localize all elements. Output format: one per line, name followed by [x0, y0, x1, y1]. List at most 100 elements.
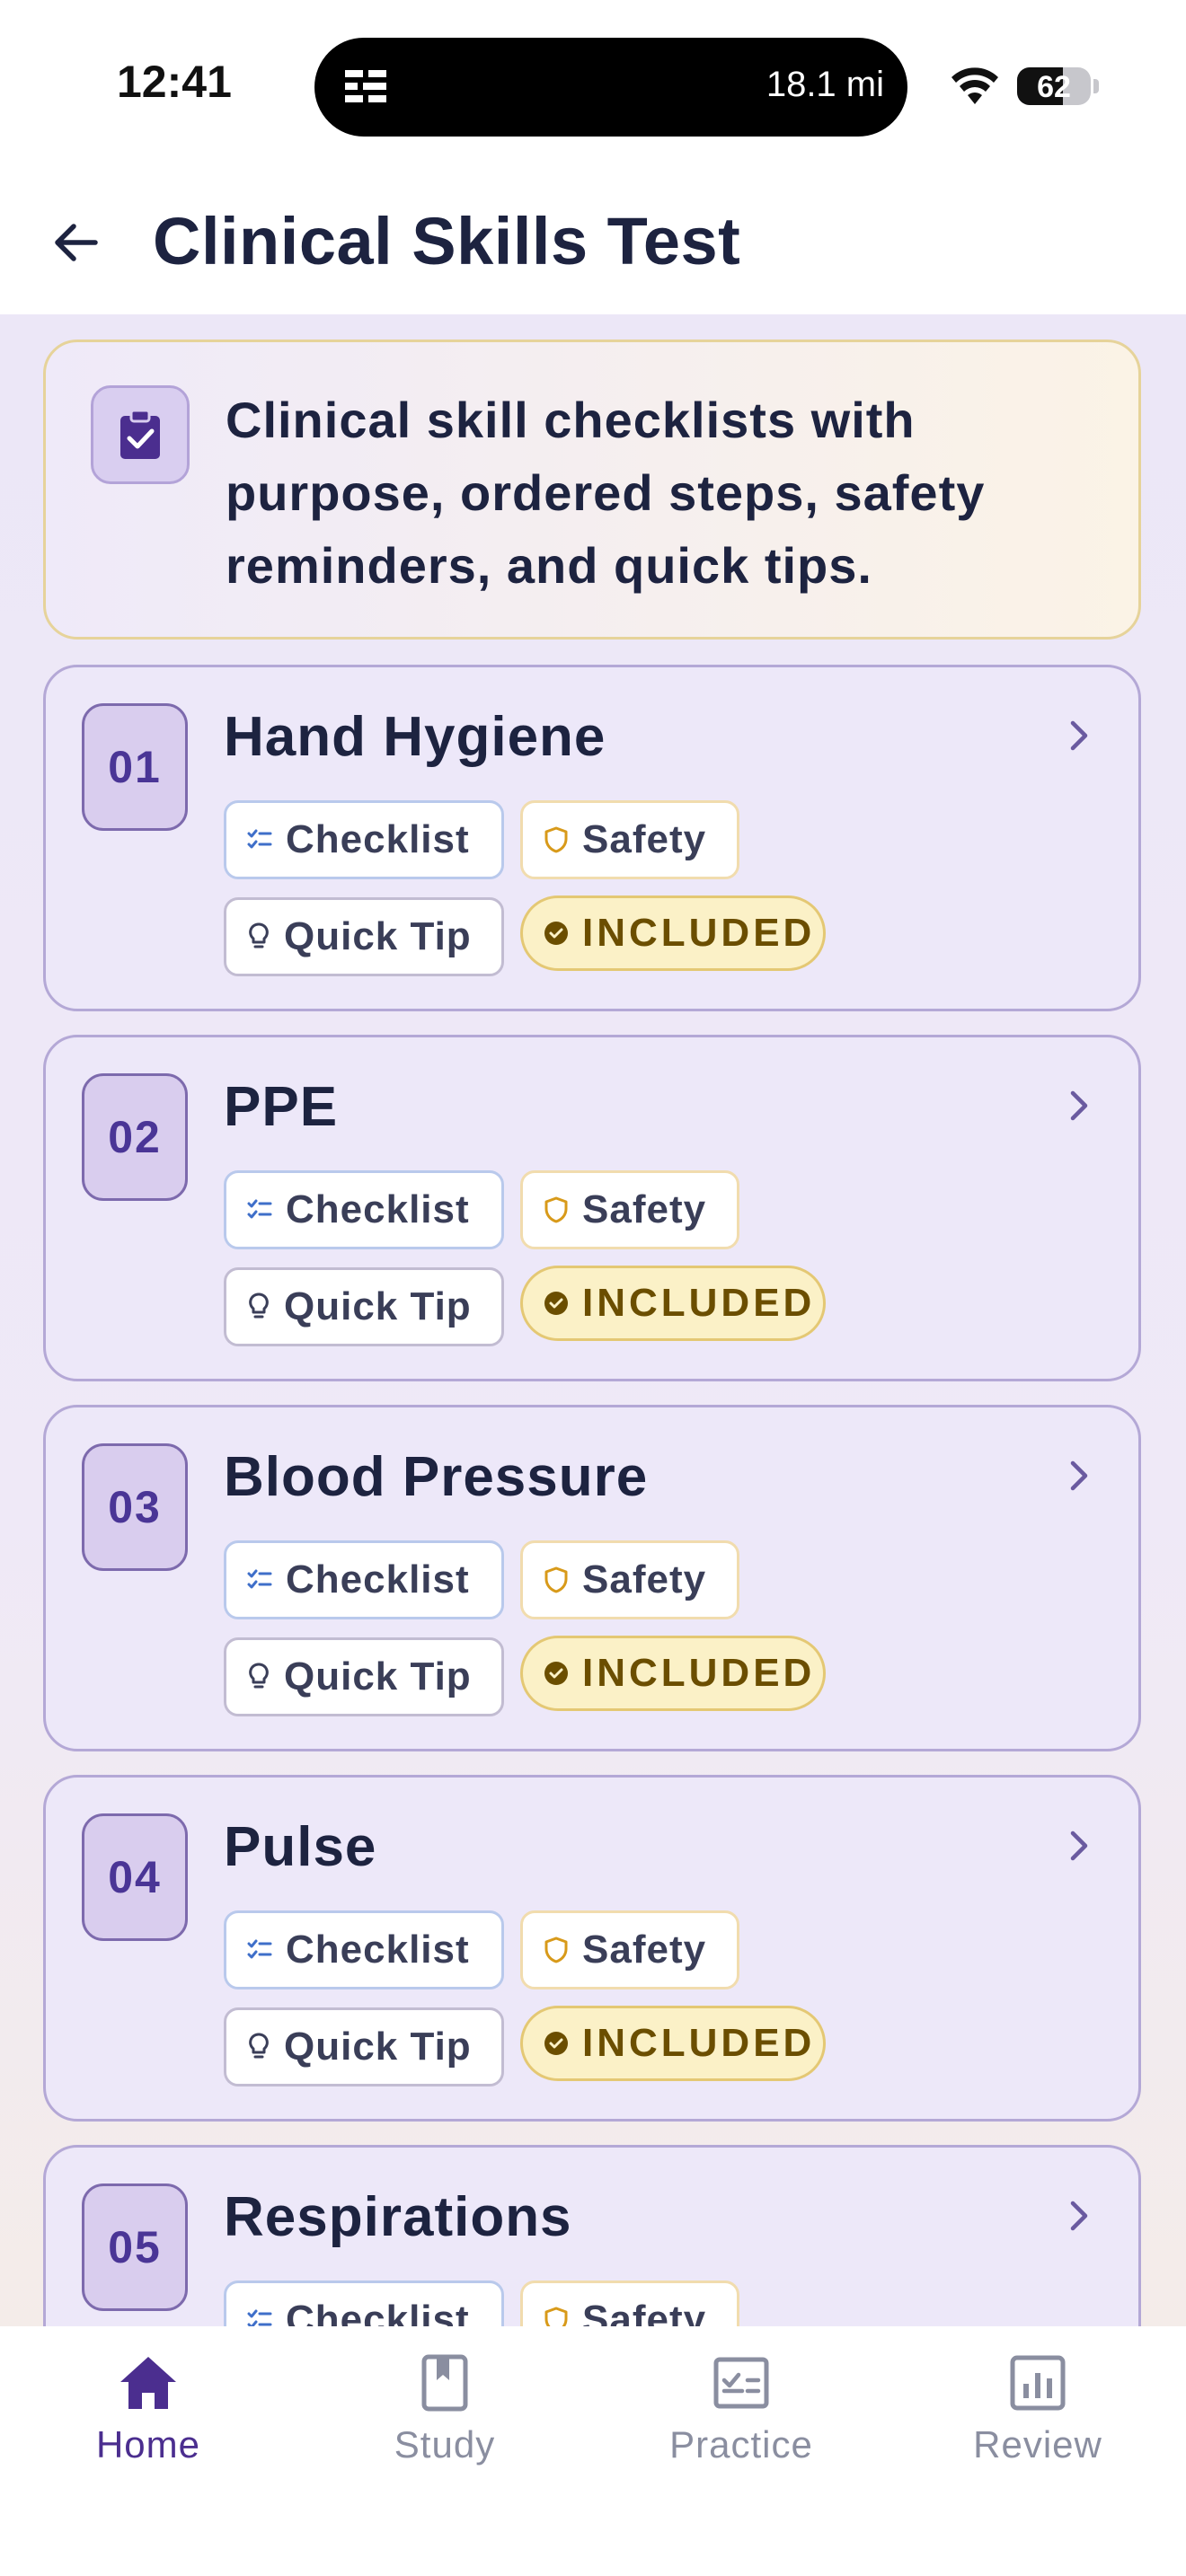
shield-icon	[544, 2307, 568, 2326]
chart-icon	[1010, 2355, 1066, 2411]
included-badge-label: INCLUDED	[582, 911, 816, 955]
skill-number-badge: 05	[82, 2183, 188, 2311]
checklist-tag-label: Checklist	[286, 1557, 470, 1601]
shield-icon	[544, 1936, 568, 1963]
lightbulb-icon	[249, 1292, 269, 1319]
check-circle-icon	[544, 1662, 568, 1685]
checklist-icon	[247, 1939, 272, 1959]
checklist-icon	[247, 1569, 272, 1589]
content-scroll[interactable]: Clinical skill checklists with purpose, …	[0, 314, 1186, 2326]
bottom-navigation: Home Study Practice Review	[0, 2326, 1186, 2576]
shield-icon	[544, 826, 568, 853]
included-badge-label: INCLUDED	[582, 2021, 816, 2065]
intro-description: Clinical skill checklists with purpose, …	[226, 392, 986, 594]
checklist-icon	[247, 829, 272, 849]
nav-practice[interactable]: Practice	[593, 2353, 890, 2479]
included-badge-label: INCLUDED	[582, 1281, 816, 1325]
quick-tip-tag: Quick Tip	[224, 897, 504, 976]
battery-level: 62	[1037, 70, 1071, 104]
dynamic-island: 18.1 mi	[314, 38, 907, 137]
chevron-right-icon	[1070, 1831, 1088, 1861]
skill-card[interactable]: 01 Hand Hygiene Checklist Safety Quick Tip IN…	[43, 665, 1141, 1011]
checklist-tag: Checklist	[224, 1540, 504, 1619]
checklist-tag: Checklist	[224, 2280, 504, 2326]
practice-icon	[713, 2357, 769, 2409]
status-bar: 12:41 18.1 mi 62	[0, 0, 1186, 171]
chevron-right-icon	[1070, 1460, 1088, 1491]
shield-icon	[544, 1566, 568, 1593]
safety-tag-label: Safety	[582, 1557, 707, 1601]
skill-number-badge: 04	[82, 1813, 188, 1941]
app-header: Clinical Skills Test	[0, 171, 1186, 314]
checklist-tag-label: Checklist	[286, 1928, 470, 1972]
lightbulb-icon	[249, 922, 269, 948]
skill-number-badge: 02	[82, 1073, 188, 1201]
book-icon	[421, 2354, 468, 2412]
checklist-tag: Checklist	[224, 1170, 504, 1249]
quick-tip-tag: Quick Tip	[224, 2007, 504, 2086]
check-circle-icon	[544, 2032, 568, 2055]
checklist-tag-label: Checklist	[286, 2298, 470, 2326]
nav-home[interactable]: Home	[0, 2353, 296, 2479]
included-badge: INCLUDED	[520, 1636, 826, 1711]
skill-title: PPE	[224, 1076, 339, 1138]
included-badge: INCLUDED	[520, 1266, 826, 1341]
battery-icon: 62	[1017, 67, 1091, 105]
safety-tag: Safety	[520, 1170, 739, 1249]
lightbulb-icon	[249, 2033, 269, 2059]
safety-tag-label: Safety	[582, 1187, 707, 1231]
safety-tag: Safety	[520, 1910, 739, 1989]
quick-tip-tag-label: Quick Tip	[284, 1284, 472, 1328]
safety-tag-label: Safety	[582, 817, 707, 861]
skill-card[interactable]: 04 Pulse Checklist Safety Quick Tip INCLUDED	[43, 1775, 1141, 2122]
skill-title: Respirations	[224, 2186, 572, 2248]
status-time: 12:41	[117, 57, 232, 107]
shield-icon	[544, 1196, 568, 1223]
safety-tag: Safety	[520, 800, 739, 879]
safety-tag-label: Safety	[582, 1928, 707, 1972]
chevron-right-icon	[1070, 1090, 1088, 1121]
included-badge-label: INCLUDED	[582, 1651, 816, 1695]
safety-tag: Safety	[520, 2280, 739, 2326]
intro-card: Clinical skill checklists with purpose, …	[43, 340, 1141, 640]
nav-practice-label: Practice	[669, 2423, 813, 2466]
navigation-app-icon	[345, 70, 386, 102]
chevron-right-icon	[1070, 2201, 1088, 2231]
skill-title: Hand Hygiene	[224, 706, 606, 768]
safety-tag: Safety	[520, 1540, 739, 1619]
quick-tip-tag: Quick Tip	[224, 1637, 504, 1716]
lightbulb-icon	[249, 1663, 269, 1689]
checklist-tag: Checklist	[224, 1910, 504, 1989]
skill-number-badge: 03	[82, 1443, 188, 1571]
home-icon	[120, 2357, 176, 2409]
checklist-tag-label: Checklist	[286, 1187, 470, 1231]
clipboard-check-icon	[91, 385, 190, 484]
battery-tip	[1093, 79, 1099, 93]
checklist-icon	[247, 1199, 272, 1219]
checklist-tag: Checklist	[224, 800, 504, 879]
nav-home-label: Home	[95, 2423, 201, 2466]
quick-tip-tag-label: Quick Tip	[284, 2025, 472, 2069]
check-circle-icon	[544, 922, 568, 945]
island-distance: 18.1 mi	[766, 65, 884, 104]
skill-number-badge: 01	[82, 703, 188, 831]
page-title: Clinical Skills Test	[153, 204, 741, 278]
back-arrow-icon	[55, 224, 98, 261]
included-badge: INCLUDED	[520, 895, 826, 971]
skill-card[interactable]: 03 Blood Pressure Checklist Safety Quick Tip…	[43, 1405, 1141, 1751]
nav-review-label: Review	[973, 2423, 1102, 2466]
nav-study-label: Study	[394, 2423, 496, 2466]
checklist-tag-label: Checklist	[286, 817, 470, 861]
back-button[interactable]	[41, 208, 110, 277]
safety-tag-label: Safety	[582, 2298, 707, 2326]
wifi-icon	[951, 67, 998, 104]
skill-title: Blood Pressure	[224, 1446, 649, 1508]
quick-tip-tag: Quick Tip	[224, 1267, 504, 1346]
skill-title: Pulse	[224, 1816, 377, 1878]
skill-card[interactable]: 05RespirationsChecklistSafetyQuick TipIN…	[43, 2145, 1141, 2326]
nav-study[interactable]: Study	[296, 2353, 593, 2479]
skill-card[interactable]: 02 PPE Checklist Safety Quick Tip INCLUDED	[43, 1035, 1141, 1381]
nav-review[interactable]: Review	[890, 2353, 1186, 2479]
quick-tip-tag-label: Quick Tip	[284, 1654, 472, 1698]
check-circle-icon	[544, 1292, 568, 1315]
